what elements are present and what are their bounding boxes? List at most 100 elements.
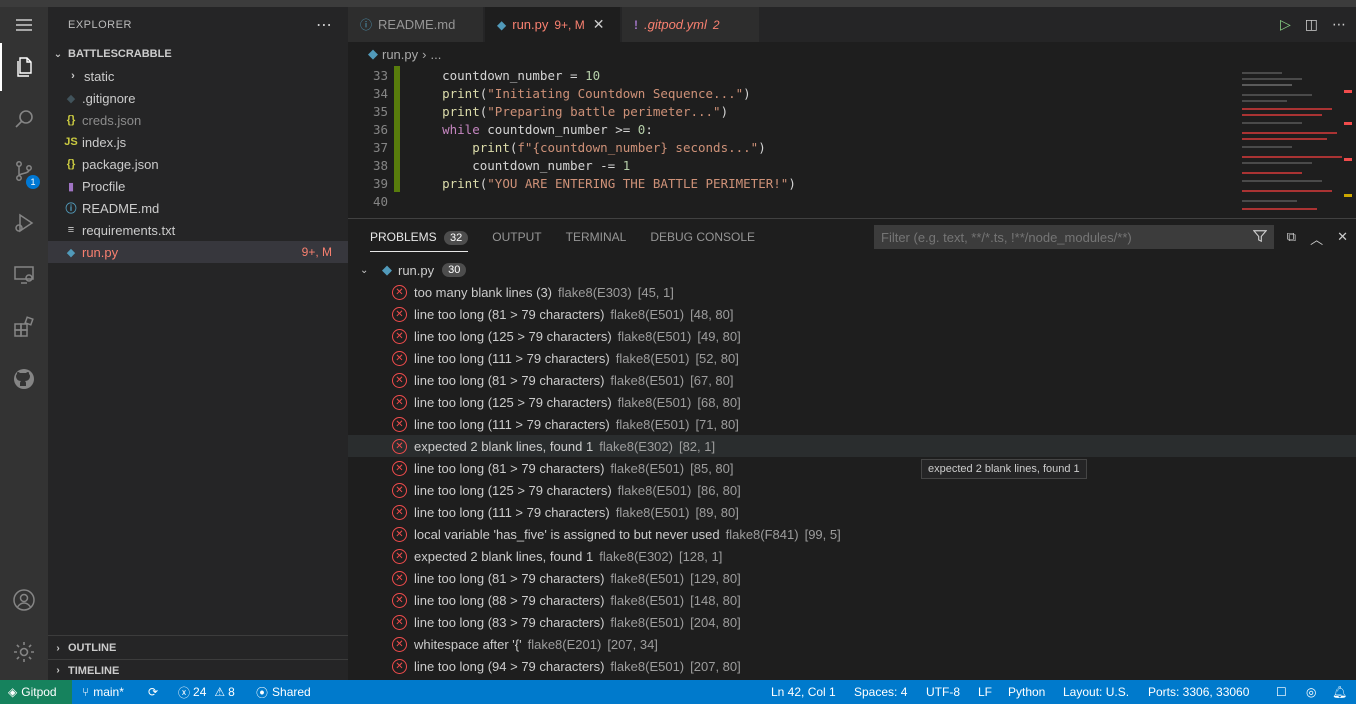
warning-marker <box>1344 194 1352 197</box>
extensions-icon[interactable] <box>0 303 48 351</box>
info-icon: ⓘ <box>360 18 373 32</box>
code-text: print("YOU ARE ENTERING THE BATTLE PERIM… <box>442 175 796 191</box>
branch-status[interactable]: ⑂ main* <box>82 680 124 704</box>
sync-icon[interactable]: ⟳ <box>148 680 158 704</box>
problem-item[interactable]: ✕ whitespace after '{' flake8(E201) [207, 3… <box>348 633 1356 655</box>
github-icon[interactable] <box>0 355 48 403</box>
problem-item[interactable]: ✕ line too long (111 > 79 characters) flak… <box>348 347 1356 369</box>
live-share-status[interactable]: ⦿ Shared <box>256 680 311 704</box>
maximize-panel-icon[interactable]: ︿ <box>1310 229 1323 248</box>
tab-debug-console[interactable]: DEBUG CONSOLE <box>650 230 755 244</box>
problems-list[interactable]: ⌄ ◆ run.py 30 ✕ too many blank lines (3) f… <box>348 255 1356 681</box>
code-line[interactable]: 33 countdown_number = 10 <box>348 66 1228 84</box>
folder-header[interactable]: ⌄ BATTLESCRABBLE <box>48 43 348 65</box>
problem-source: flake8(E501) <box>617 482 692 498</box>
keyboard-layout[interactable]: Layout: U.S. <box>1063 680 1129 704</box>
timeline-section[interactable]: › TIMELINE <box>48 659 348 681</box>
minimap-line <box>1242 122 1302 124</box>
problem-item[interactable]: ✕ line too long (83 > 79 characters) flake… <box>348 611 1356 633</box>
copilot-icon[interactable]: ◎ <box>1306 680 1316 704</box>
problem-item[interactable]: ✕ line too long (94 > 79 characters) flake… <box>348 655 1356 677</box>
file-tree-item[interactable]: ◆ run.py 9+, M <box>48 241 348 263</box>
problem-item[interactable]: ✕ local variable 'has_five' is assigned t… <box>348 523 1356 545</box>
problems-file-row[interactable]: ⌄ ◆ run.py 30 <box>348 259 1356 281</box>
filter-input[interactable] <box>881 229 1241 245</box>
problems-status[interactable]: ⓧ 24 ⚠ 8 <box>178 680 235 704</box>
feedback-icon[interactable]: ☐ <box>1276 680 1287 704</box>
code-line[interactable]: 39 print("YOU ARE ENTERING THE BATTLE PE… <box>348 174 1228 192</box>
file-tree-item[interactable]: ≡ requirements.txt <box>48 219 348 241</box>
file-tree-item[interactable]: › static <box>48 65 348 87</box>
file-type-icon: {} <box>66 158 76 170</box>
problem-item[interactable]: ✕ line too long (81 > 79 characters) flake… <box>348 457 1356 479</box>
source-control-icon[interactable]: 1 <box>0 147 48 195</box>
file-tree-item[interactable]: ◆ .gitignore <box>48 87 348 109</box>
problem-item[interactable]: ✕ line too long (125 > 79 characters) flak… <box>348 325 1356 347</box>
git-gutter-marker <box>394 156 400 174</box>
file-tree-item[interactable]: {} creds.json <box>48 109 348 131</box>
tab-problems[interactable]: PROBLEMS 32 <box>370 230 469 252</box>
more-actions-icon[interactable]: ⋯ <box>1332 16 1346 33</box>
close-panel-icon[interactable]: ✕ <box>1337 229 1348 248</box>
code-line[interactable]: 36 while countdown_number >= 0: <box>348 120 1228 138</box>
run-icon[interactable]: ▷ <box>1280 16 1291 33</box>
code-line[interactable]: 35 print("Preparing battle perimeter..."… <box>348 102 1228 120</box>
tab-output[interactable]: OUTPUT <box>492 230 541 244</box>
file-tree-item[interactable]: ▮ Procfile <box>48 175 348 197</box>
editor-overview-ruler[interactable] <box>1342 66 1356 218</box>
code-line[interactable]: 34 print("Initiating Countdown Sequence.… <box>348 84 1228 102</box>
file-tree-item[interactable]: JS index.js <box>48 131 348 153</box>
problem-item[interactable]: ✕ line too long (81 > 79 characters) flake… <box>348 567 1356 589</box>
code-line[interactable]: 40 <box>348 192 1228 210</box>
minimap[interactable] <box>1232 66 1342 218</box>
editor-tabs: ⓘ README.md ◆ run.py 9+, M ✕ ! .gitpod.y… <box>348 7 1356 42</box>
more-actions-icon[interactable]: ⋯ <box>316 15 332 35</box>
problem-item[interactable]: ✕ line too long (111 > 79 characters) flak… <box>348 413 1356 435</box>
problems-filter[interactable] <box>874 225 1274 249</box>
encoding[interactable]: UTF-8 <box>926 680 960 704</box>
tab-readme[interactable]: ⓘ README.md <box>348 7 484 42</box>
cursor-position[interactable]: Ln 42, Col 1 <box>771 680 836 704</box>
ports-status[interactable]: Ports: 3306, 33060 <box>1148 680 1249 704</box>
problem-item[interactable]: ✕ expected 2 blank lines, found 1 flake8(E… <box>348 545 1356 567</box>
run-debug-icon[interactable] <box>0 199 48 247</box>
settings-gear-icon[interactable] <box>0 628 48 676</box>
remote-indicator[interactable]: ◈ Gitpod <box>0 680 72 704</box>
code-line[interactable]: 38 countdown_number -= 1 <box>348 156 1228 174</box>
breadcrumb-symbol[interactable]: ... <box>430 47 441 62</box>
problem-item[interactable]: ✕ too many blank lines (3) flake8(E303) [45… <box>348 281 1356 303</box>
file-tree-item[interactable]: {} package.json <box>48 153 348 175</box>
account-icon[interactable] <box>0 576 48 624</box>
end-of-line[interactable]: LF <box>978 680 992 704</box>
tab-gitpod-yml[interactable]: ! .gitpod.yml 2 <box>622 7 760 42</box>
collapse-all-icon[interactable]: ⧉ <box>1287 229 1296 248</box>
code-line[interactable]: 37 print(f"{countdown_number} seconds...… <box>348 138 1228 156</box>
menu-icon[interactable] <box>0 7 48 43</box>
indentation[interactable]: Spaces: 4 <box>854 680 907 704</box>
close-icon[interactable]: ✕ <box>593 16 605 33</box>
file-tree-item[interactable]: ⓘ README.md <box>48 197 348 219</box>
problems-file-name: run.py <box>398 262 435 278</box>
problem-item[interactable]: ✕ line too long (125 > 79 characters) flak… <box>348 479 1356 501</box>
remote-explorer-icon[interactable] <box>0 251 48 299</box>
notifications-icon[interactable]: 🔔︎ <box>1332 680 1347 704</box>
tab-badge: 9+, M <box>554 17 585 32</box>
split-editor-icon[interactable]: ◫ <box>1305 16 1318 33</box>
tab-run-py[interactable]: ◆ run.py 9+, M ✕ <box>485 7 621 42</box>
problem-item[interactable]: ✕ line too long (111 > 79 characters) flak… <box>348 501 1356 523</box>
outline-section[interactable]: › OUTLINE <box>48 637 348 659</box>
problem-item[interactable]: ✕ expected 2 blank lines, found 1 flake8(E… <box>348 435 1356 457</box>
problem-item[interactable]: ✕ line too long (88 > 79 characters) flake… <box>348 589 1356 611</box>
problem-item[interactable]: ✕ line too long (81 > 79 characters) flake… <box>348 369 1356 391</box>
explorer-icon[interactable] <box>0 43 48 91</box>
problem-item[interactable]: ✕ line too long (125 > 79 characters) flak… <box>348 391 1356 413</box>
breadcrumb-file[interactable]: run.py <box>382 47 418 62</box>
tab-terminal[interactable]: TERMINAL <box>566 230 627 244</box>
remote-label: Gitpod <box>21 685 57 699</box>
problem-item[interactable]: ✕ line too long (81 > 79 characters) flake… <box>348 303 1356 325</box>
language-mode[interactable]: Python <box>1008 680 1045 704</box>
code-editor[interactable]: 33 countdown_number = 10 34 print("Initia… <box>348 66 1228 218</box>
file-name: creds.json <box>82 112 142 128</box>
filter-icon[interactable] <box>1252 229 1268 246</box>
search-icon[interactable] <box>0 95 48 143</box>
